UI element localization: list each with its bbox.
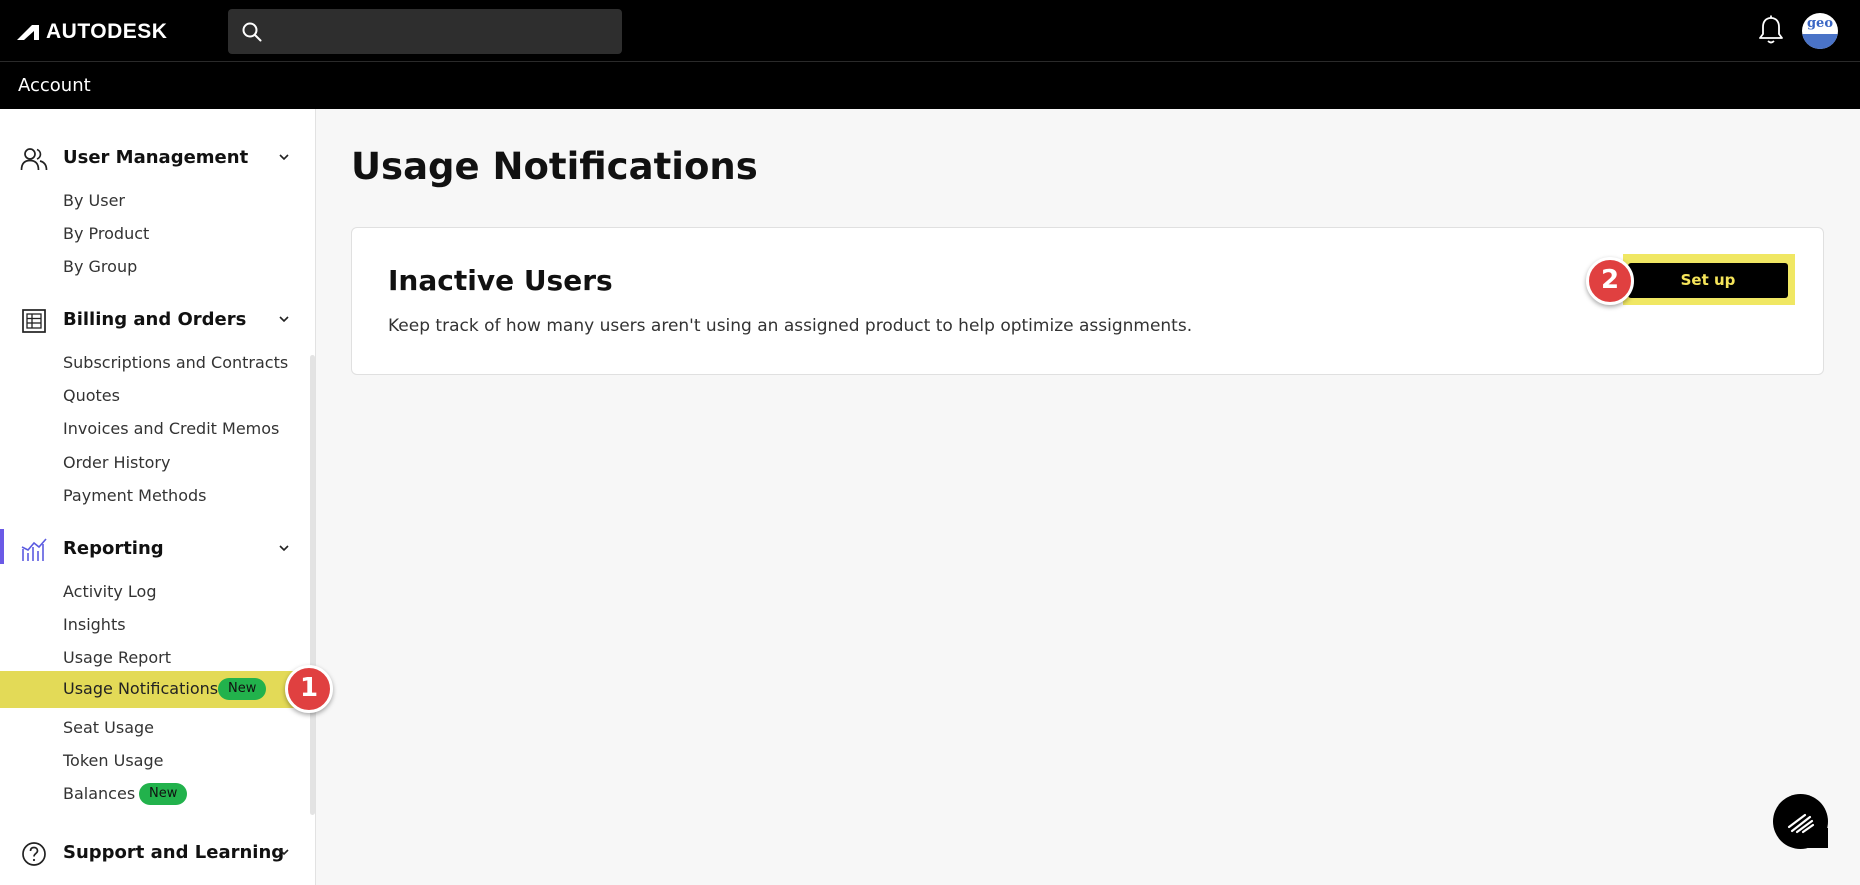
nav-label: Usage Notifications (63, 679, 219, 698)
sidebar-item-by-user[interactable]: By User (0, 186, 312, 216)
sidebar-item-by-product[interactable]: By Product (0, 219, 312, 249)
sidebar-item-usage-report[interactable]: Usage Report (0, 643, 312, 673)
sidebar-item-order-history[interactable]: Order History (0, 448, 312, 478)
autodesk-logo[interactable]: AUTODESK (16, 20, 167, 44)
sidebar-item-balances[interactable]: Balances New (0, 779, 312, 809)
sidebar-item-activity-log[interactable]: Activity Log (0, 577, 312, 607)
autodesk-wordmark: AUTODESK (46, 20, 168, 43)
sidebar-section-billing-and-orders[interactable]: Billing and Orders (0, 300, 300, 340)
account-bar: Account (0, 62, 1860, 109)
section-label: Reporting (63, 538, 164, 559)
avatar-initials: geo (1806, 16, 1834, 31)
new-badge: New (218, 678, 267, 700)
sidebar-item-payment-methods[interactable]: Payment Methods (0, 481, 312, 511)
sidebar-item-seat-usage[interactable]: Seat Usage (0, 713, 312, 743)
section-label: Support and Learning (63, 842, 285, 863)
nav-label: Balances (63, 784, 136, 803)
sidebar: User Management By User By Product By Gr… (0, 109, 316, 885)
nav-label: By Group (63, 257, 138, 276)
nav-label: Quotes (63, 386, 120, 405)
sidebar-item-insights[interactable]: Insights (0, 610, 312, 640)
setup-button[interactable]: Set up (1628, 263, 1788, 298)
search-icon (242, 22, 262, 42)
chevron-down-icon[interactable] (278, 152, 290, 162)
sidebar-item-usage-notifications[interactable]: Usage Notifications New (0, 671, 312, 708)
card-title: Inactive Users (388, 264, 613, 297)
chevron-down-icon[interactable] (278, 847, 290, 857)
sidebar-item-subscriptions-and-contracts[interactable]: Subscriptions and Contracts (0, 348, 312, 378)
users-icon (20, 148, 48, 171)
search-input[interactable] (228, 9, 622, 54)
setup-button-label: Set up (1680, 271, 1736, 289)
card-description: Keep track of how many users aren't usin… (388, 316, 1193, 336)
new-badge: New (139, 783, 188, 805)
sidebar-item-invoices-and-credit-memos[interactable]: Invoices and Credit Memos (0, 414, 312, 444)
section-label: Billing and Orders (63, 309, 247, 330)
section-label: User Management (63, 147, 249, 168)
step-marker-1: 1 (285, 665, 333, 713)
user-avatar[interactable]: geo (1802, 13, 1838, 49)
sidebar-item-token-usage[interactable]: Token Usage (0, 746, 312, 776)
chat-button[interactable] (1773, 794, 1828, 849)
nav-label: Subscriptions and Contracts (63, 353, 289, 372)
top-bar: AUTODESK geo (0, 0, 1860, 62)
chart-icon (21, 538, 47, 561)
sidebar-section-user-management[interactable]: User Management (0, 138, 300, 178)
sidebar-item-quotes[interactable]: Quotes (0, 381, 312, 411)
sidebar-item-by-group[interactable]: By Group (0, 252, 312, 282)
page-title: Usage Notifications (351, 145, 758, 188)
nav-label: Invoices and Credit Memos (63, 419, 280, 438)
autodesk-logo-mark-icon (17, 25, 39, 40)
chevron-down-icon[interactable] (278, 543, 290, 553)
sidebar-section-support-and-learning[interactable]: Support and Learning (0, 833, 300, 873)
step-marker-2: 2 (1586, 257, 1634, 305)
nav-label: Usage Report (63, 648, 171, 667)
help-icon (22, 842, 46, 866)
avatar-background (1802, 34, 1838, 49)
nav-label: By Product (63, 224, 150, 243)
nav-label: Insights (63, 615, 126, 634)
billing-icon (22, 309, 46, 333)
notifications-bell-icon[interactable] (1756, 14, 1786, 46)
nav-label: Payment Methods (63, 486, 207, 505)
chat-lines-icon (1787, 813, 1815, 834)
nav-label: Order History (63, 453, 171, 472)
chevron-down-icon[interactable] (278, 314, 290, 324)
nav-label: Activity Log (63, 582, 157, 601)
nav-label: By User (63, 191, 125, 210)
account-title: Account (18, 75, 91, 96)
nav-label: Seat Usage (63, 718, 155, 737)
sidebar-section-reporting[interactable]: Reporting (0, 529, 300, 569)
nav-label: Token Usage (63, 751, 164, 770)
active-section-indicator (0, 529, 4, 564)
